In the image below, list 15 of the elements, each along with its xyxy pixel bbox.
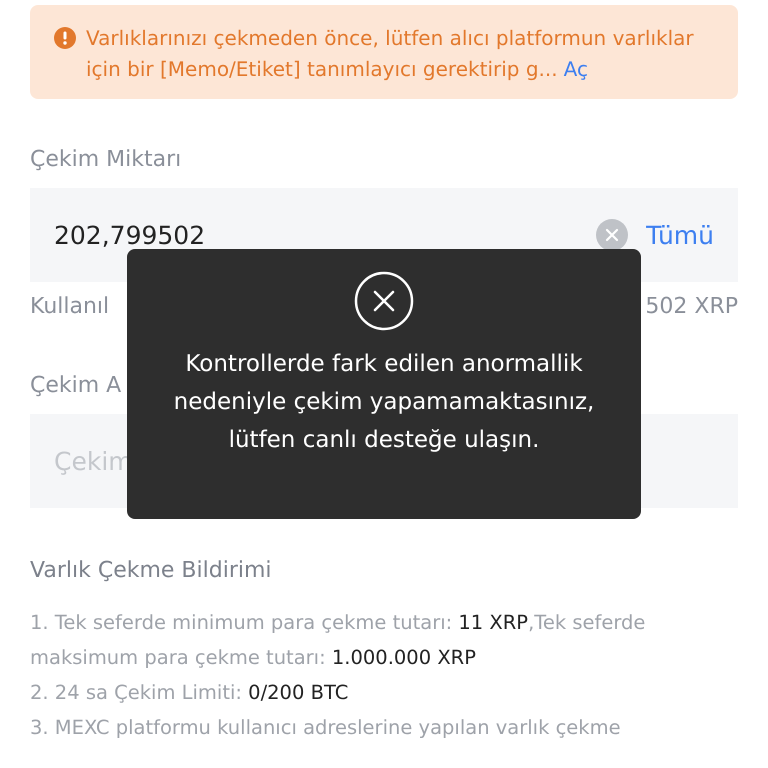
clear-icon[interactable]	[596, 219, 628, 251]
close-icon	[354, 271, 414, 331]
remark-label: Çekim A	[30, 373, 122, 398]
available-label: Kullanıl	[30, 294, 110, 319]
amount-label: Çekim Miktarı	[30, 147, 182, 172]
notice-item: 2. 24 sa Çekim Limiti: 0/200 BTC	[30, 680, 350, 706]
toast-message: Kontrollerde fark edilen anormallik nedeniyle çekim yapamamaktasınız, lütfen canlı desteğe ulaşın.	[172, 350, 596, 455]
warning-icon	[54, 27, 76, 49]
expand-link[interactable]: Aç	[564, 57, 588, 81]
max-button[interactable]: Tümü	[646, 220, 714, 250]
available-balance: 502 XRP	[645, 294, 738, 319]
notice-item: 3. MEXC platformu kullanıcı adreslerine yapılan varlık çekme	[30, 715, 622, 741]
warning-text: Varlıklarınızı çekmeden önce, lütfen alıcı platformun varlıklar için bir [Memo/Etiket] tanımlayıcı gerektirip g... Aç	[86, 25, 695, 83]
notice-item: 1. Tek seferde minimum para çekme tutarı: 11 XRP,Tek seferde maksimum para çekme tutarı: 1.000.000 XRP	[30, 610, 646, 671]
notice-title: Varlık Çekme Bildirimi	[30, 558, 273, 583]
